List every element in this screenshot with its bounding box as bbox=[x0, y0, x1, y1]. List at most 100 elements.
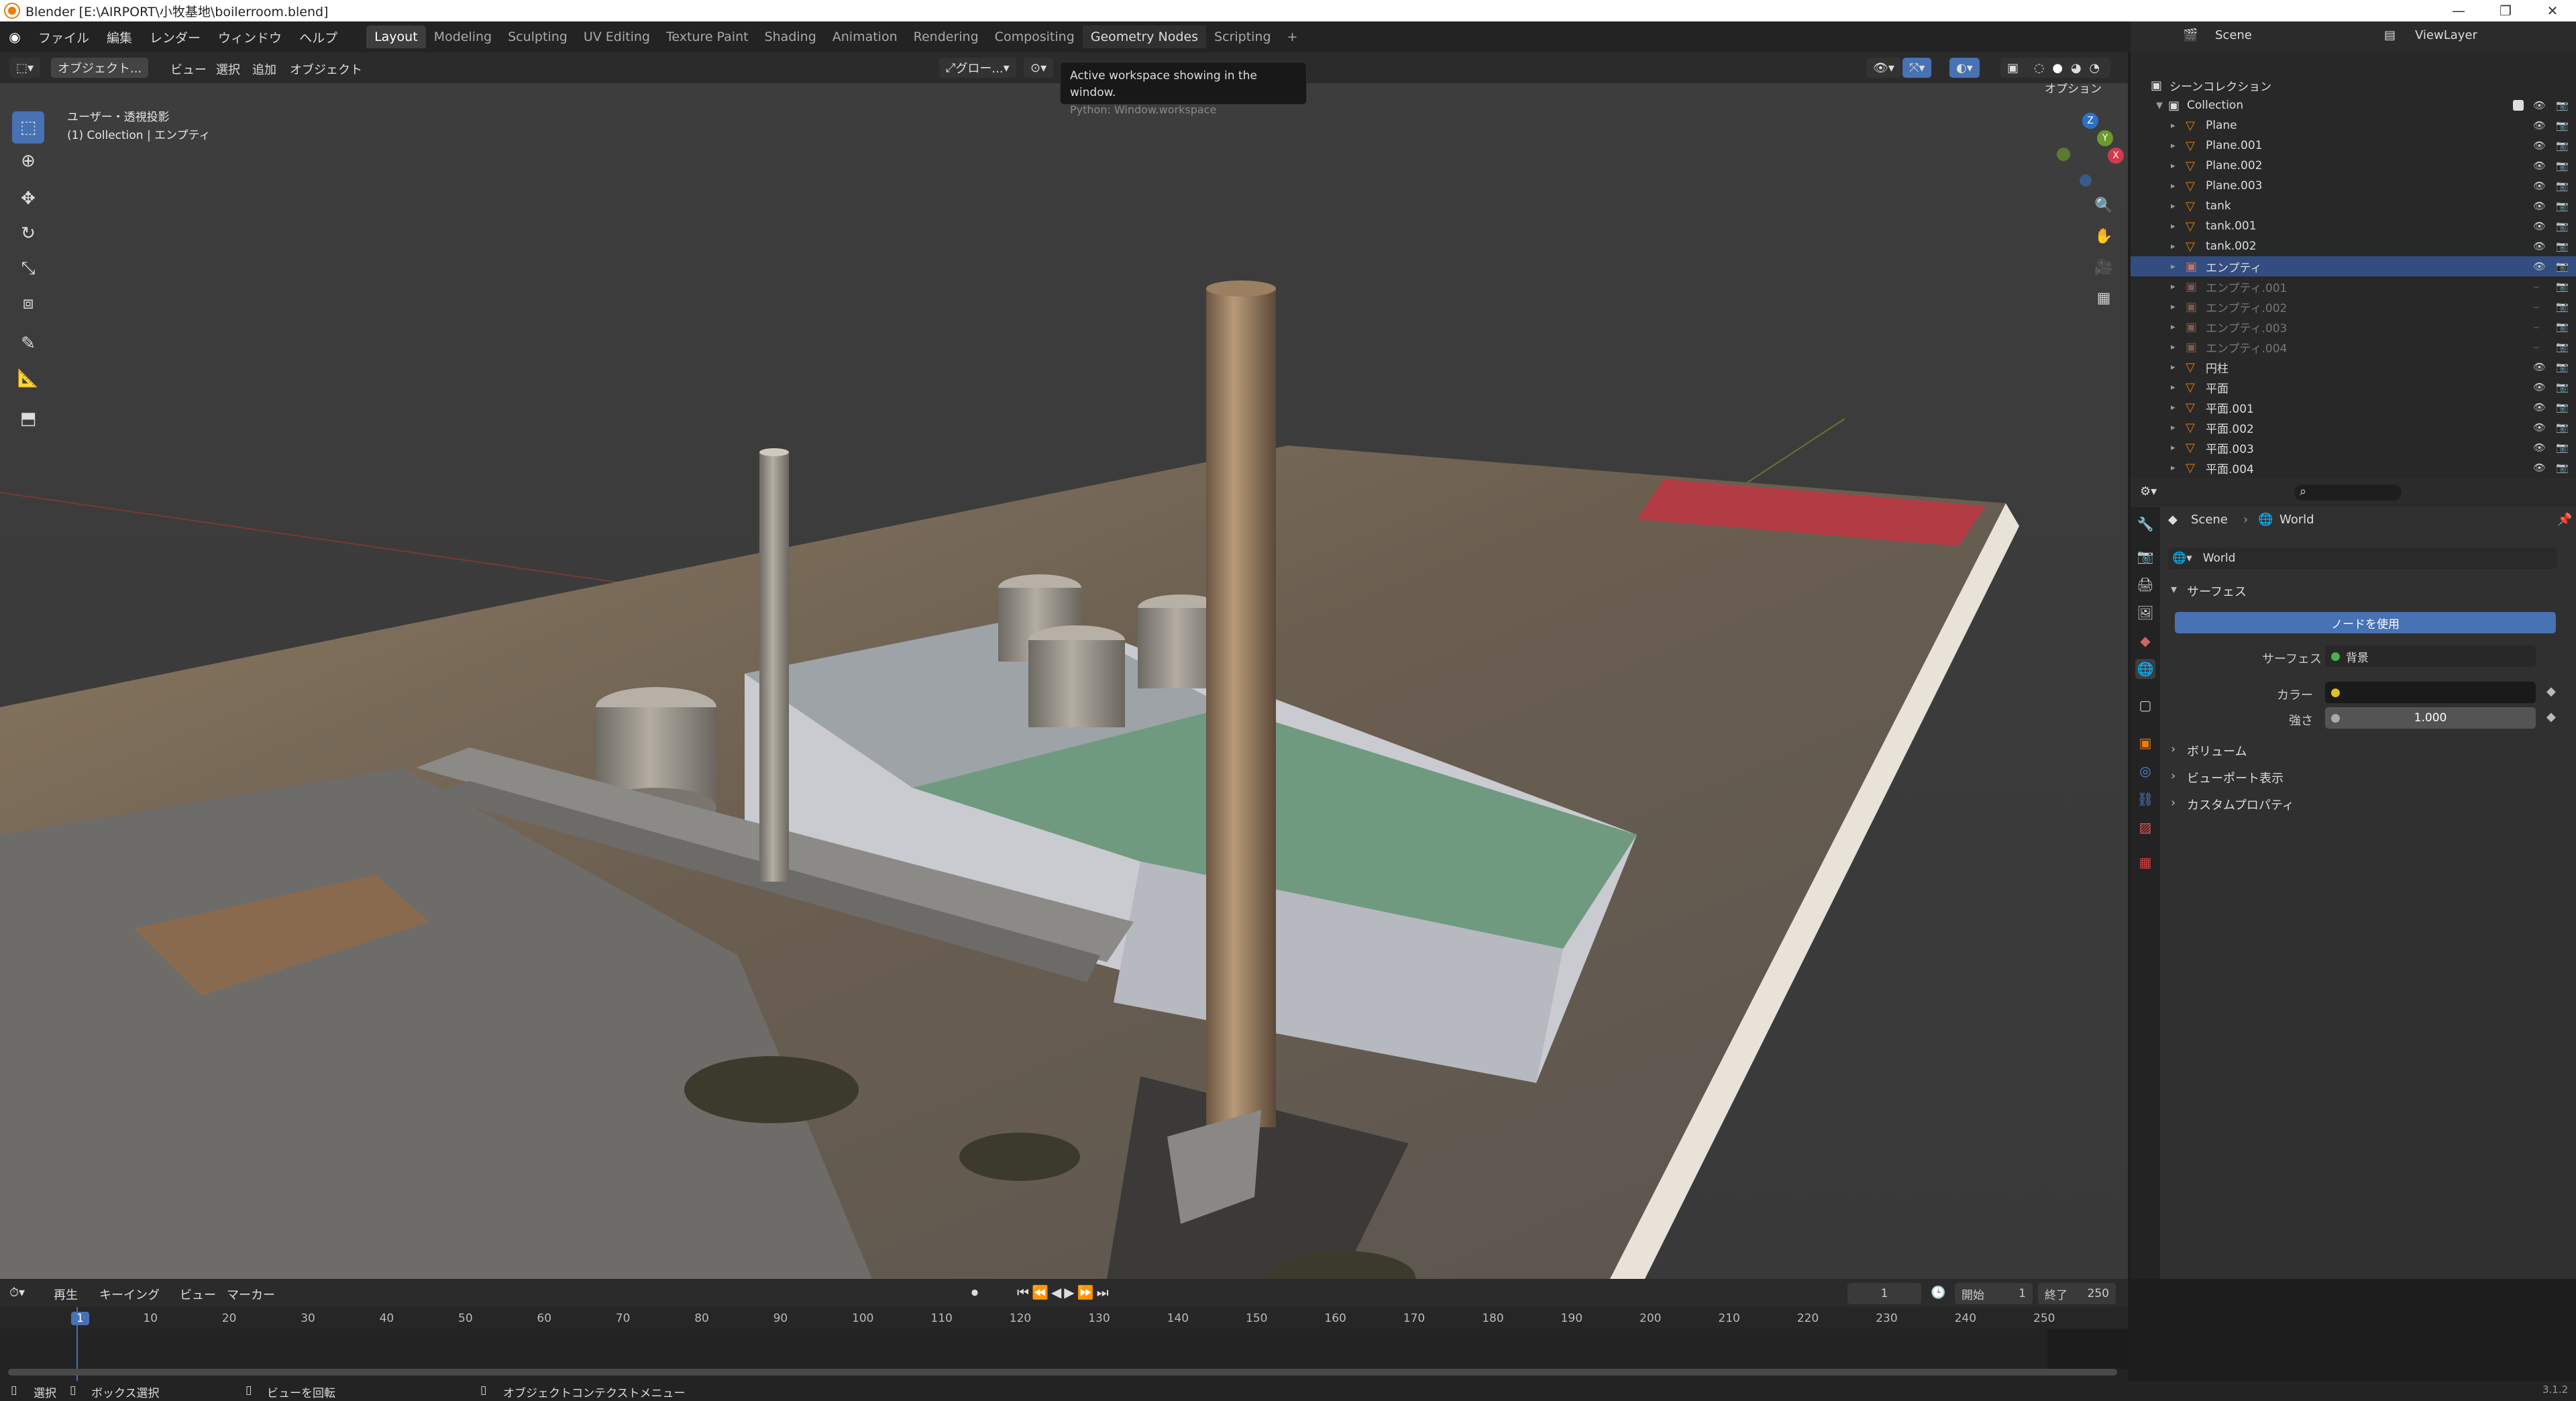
tab-modeling[interactable]: Modeling bbox=[426, 25, 500, 48]
pin-icon[interactable]: 📌 bbox=[2557, 513, 2572, 527]
menu-render[interactable]: レンダー bbox=[141, 28, 209, 46]
menu-add[interactable]: 追加 bbox=[252, 60, 276, 78]
camera-icon[interactable]: 📷 bbox=[2556, 240, 2569, 252]
end-frame-field[interactable]: 終了 250 bbox=[2038, 1283, 2116, 1304]
outliner-row[interactable]: ▸ ▣ エンプティ.003 ⌣ 📷 bbox=[2131, 317, 2576, 337]
expand-arrow-icon[interactable]: ▸ bbox=[2171, 221, 2176, 231]
expand-arrow-icon[interactable]: ▸ bbox=[2171, 382, 2176, 393]
scene-collection-row[interactable]: ▣ シーンコレクション bbox=[2131, 75, 2576, 95]
outliner-row[interactable]: ▸ ▽ tank.001 👁 📷 bbox=[2131, 216, 2576, 236]
gizmo-neg-y[interactable] bbox=[2057, 148, 2070, 161]
camera-view-icon[interactable]: 🎥 bbox=[2090, 254, 2117, 280]
eye-closed-icon[interactable]: ⌣ bbox=[2533, 321, 2540, 333]
menu-help[interactable]: ヘルプ bbox=[290, 28, 346, 46]
menu-keying[interactable]: キーイング bbox=[99, 1286, 160, 1303]
eye-icon[interactable]: 👁 bbox=[2533, 381, 2546, 393]
collection-checkbox[interactable] bbox=[2513, 100, 2524, 111]
navigation-gizmo[interactable]: Z X Y bbox=[2057, 113, 2124, 187]
menu-view[interactable]: ビュー bbox=[170, 60, 207, 78]
camera-icon[interactable]: 📷 bbox=[2556, 361, 2569, 373]
color-field[interactable]: ● bbox=[2325, 682, 2536, 703]
eye-icon[interactable]: 👁 bbox=[2533, 401, 2546, 413]
camera-icon[interactable]: 📷 bbox=[2556, 119, 2569, 132]
rendered-shading-icon[interactable]: ◔ bbox=[2089, 61, 2100, 75]
camera-icon[interactable]: 📷 bbox=[2556, 341, 2569, 353]
camera-icon[interactable]: 📷 bbox=[2556, 200, 2569, 212]
surface-panel-arrow-icon[interactable]: ▾ bbox=[2171, 582, 2177, 596]
expand-arrow-icon[interactable]: ▸ bbox=[2171, 362, 2176, 372]
tab-rendering[interactable]: Rendering bbox=[906, 25, 987, 48]
close-button[interactable]: ✕ bbox=[2529, 0, 2576, 21]
camera-icon[interactable]: 📷 bbox=[2556, 99, 2569, 111]
pivot-icon[interactable]: ⊙▾ bbox=[1024, 58, 1054, 78]
record-icon[interactable]: ⏺ bbox=[971, 1284, 978, 1300]
material-shading-icon[interactable]: ◕ bbox=[2071, 61, 2082, 75]
expand-arrow-icon[interactable]: ▸ bbox=[2171, 342, 2176, 352]
eye-closed-icon[interactable]: ⌣ bbox=[2533, 301, 2540, 313]
custom-props-arrow-icon[interactable]: › bbox=[2171, 796, 2176, 810]
outliner-row[interactable]: ▸ ▽ Plane 👁 📷 bbox=[2131, 115, 2576, 136]
menu-window[interactable]: ウィンドウ bbox=[209, 28, 290, 46]
tab-compositing[interactable]: Compositing bbox=[987, 25, 1083, 48]
use-nodes-button[interactable]: ノードを使用 bbox=[2175, 612, 2556, 633]
menu-select[interactable]: 選択 bbox=[216, 60, 240, 78]
minimize-button[interactable]: — bbox=[2435, 0, 2482, 21]
expand-arrow-icon[interactable]: ▸ bbox=[2171, 463, 2176, 473]
expand-arrow-icon[interactable]: ▸ bbox=[2171, 443, 2176, 453]
menu-timeline-view[interactable]: ビュー bbox=[180, 1286, 216, 1303]
camera-icon[interactable]: 📷 bbox=[2556, 321, 2569, 333]
measure-tool-icon[interactable]: 📐 bbox=[12, 362, 44, 395]
volume-arrow-icon[interactable]: › bbox=[2171, 742, 2176, 756]
tab-uv-editing[interactable]: UV Editing bbox=[576, 25, 658, 48]
scale-tool-icon[interactable]: ⤡ bbox=[12, 252, 44, 284]
camera-icon[interactable]: 📷 bbox=[2556, 280, 2569, 293]
camera-icon[interactable]: 📷 bbox=[2556, 160, 2569, 172]
eye-icon[interactable]: 👁 bbox=[2533, 462, 2546, 474]
eye-closed-icon[interactable]: ⌣ bbox=[2533, 280, 2540, 293]
ortho-toggle-icon[interactable]: ▦ bbox=[2090, 284, 2117, 311]
gizmo-z-axis[interactable]: Z bbox=[2082, 113, 2098, 129]
eye-icon[interactable]: 👁 bbox=[2533, 421, 2546, 433]
menu-playback[interactable]: 再生 bbox=[54, 1286, 78, 1303]
expand-arrow-icon[interactable]: ▸ bbox=[2171, 423, 2176, 433]
collection-row[interactable]: ▼ ▣ Collection 👁 📷 bbox=[2131, 95, 2576, 115]
tab-shading[interactable]: Shading bbox=[757, 25, 824, 48]
3d-viewport[interactable] bbox=[0, 83, 2128, 1279]
overlay-toggle-icon[interactable]: ◐▾ bbox=[1949, 58, 1980, 78]
add-cube-tool-icon[interactable]: ⬒ bbox=[12, 403, 44, 435]
viewport-display-panel-header[interactable]: ビューポート表示 bbox=[2187, 769, 2284, 786]
outliner-row[interactable]: ▸ ▽ 平面.001 👁 📷 bbox=[2131, 397, 2576, 417]
expand-arrow-icon[interactable]: ▸ bbox=[2171, 282, 2176, 292]
tab-scripting[interactable]: Scripting bbox=[1206, 25, 1279, 48]
outliner-row[interactable]: ▸ ▽ tank.002 👁 📷 bbox=[2131, 236, 2576, 256]
expand-arrow-icon[interactable]: ▸ bbox=[2171, 403, 2176, 413]
outliner-row[interactable]: ▸ ▽ 平面 👁 📷 bbox=[2131, 377, 2576, 397]
outliner-row[interactable]: ▸ ▽ Plane.002 👁 📷 bbox=[2131, 156, 2576, 176]
expand-arrow-icon[interactable]: ▸ bbox=[2171, 161, 2176, 171]
camera-icon[interactable]: 📷 bbox=[2556, 462, 2569, 474]
expand-arrow-icon[interactable]: ▸ bbox=[2171, 201, 2176, 211]
restore-button[interactable]: ❐ bbox=[2482, 0, 2529, 21]
eye-icon[interactable]: 👁 bbox=[2533, 200, 2546, 212]
keyframe-icon[interactable]: ◆ bbox=[2546, 684, 2556, 698]
clock-icon[interactable]: 🕒 bbox=[1931, 1286, 1945, 1300]
camera-icon[interactable]: 📷 bbox=[2556, 301, 2569, 313]
camera-icon[interactable]: 📷 bbox=[2556, 421, 2569, 433]
camera-icon[interactable]: 📷 bbox=[2556, 381, 2569, 393]
outliner-row[interactable]: ▸ ▽ 平面.004 👁 📷 bbox=[2131, 458, 2576, 478]
eye-icon[interactable]: 👁 bbox=[2533, 180, 2546, 192]
properties-search-input[interactable] bbox=[2294, 484, 2402, 501]
outliner-row[interactable]: ▸ ▽ 円柱 👁 📷 bbox=[2131, 357, 2576, 377]
outliner-row[interactable]: ▸ ▽ Plane.001 👁 📷 bbox=[2131, 136, 2576, 156]
camera-icon[interactable]: 📷 bbox=[2556, 180, 2569, 192]
outliner-row[interactable]: ▸ ▣ エンプティ.001 ⌣ 📷 bbox=[2131, 276, 2576, 297]
outliner-row[interactable]: ▸ ▣ エンプティ.002 ⌣ 📷 bbox=[2131, 297, 2576, 317]
gizmo-y-axis[interactable]: Y bbox=[2097, 130, 2113, 146]
expand-arrow-icon[interactable]: ▸ bbox=[2171, 181, 2176, 191]
outliner-row[interactable]: ▸ ▽ 平面.002 👁 📷 bbox=[2131, 417, 2576, 437]
gizmo-neg-z[interactable] bbox=[2080, 174, 2092, 187]
xray-icon[interactable]: ▣ bbox=[2000, 58, 2026, 78]
eye-icon[interactable]: 👁 bbox=[2533, 240, 2546, 252]
camera-icon[interactable]: 📷 bbox=[2556, 260, 2569, 272]
properties-editor-icon[interactable]: ⚙▾ bbox=[2140, 484, 2157, 499]
